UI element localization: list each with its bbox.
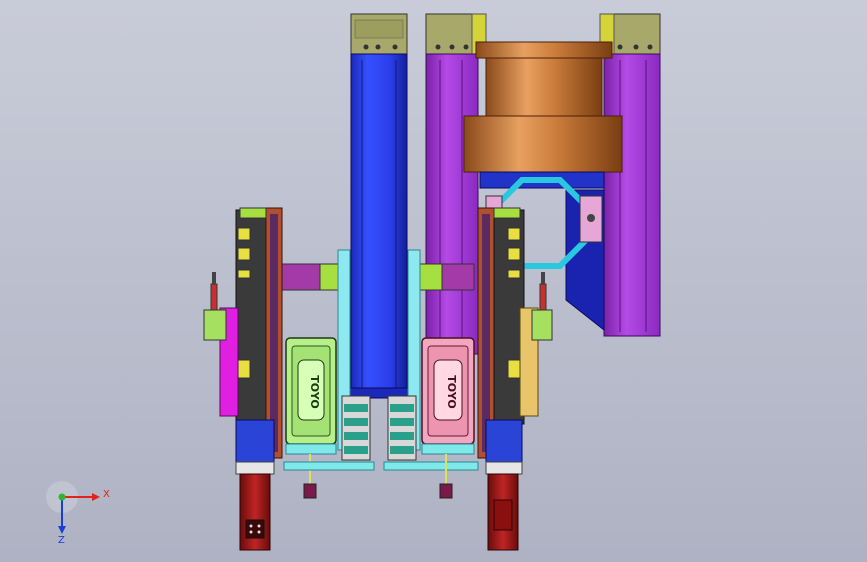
purple-frame-left bbox=[425, 13, 487, 355]
left-motor-label: TOYO bbox=[308, 375, 321, 408]
cable-chain-right bbox=[387, 395, 417, 461]
purple-frame-right bbox=[599, 13, 661, 337]
right-motor-label: TOYO bbox=[445, 375, 458, 408]
y-axis-dot bbox=[58, 493, 66, 501]
copper-cylinder bbox=[463, 41, 623, 173]
x-axis-label: X bbox=[103, 489, 110, 500]
machine-assembly-drawing: TOYO TOYO X Z bbox=[0, 0, 867, 562]
left-blue-column bbox=[348, 13, 410, 399]
right-red-motor bbox=[487, 473, 519, 551]
left-red-motor bbox=[239, 473, 271, 551]
z-axis-label: Z bbox=[58, 535, 65, 546]
cad-viewport[interactable]: TOYO TOYO X Z bbox=[0, 0, 867, 562]
cable-chain-left bbox=[341, 395, 371, 461]
